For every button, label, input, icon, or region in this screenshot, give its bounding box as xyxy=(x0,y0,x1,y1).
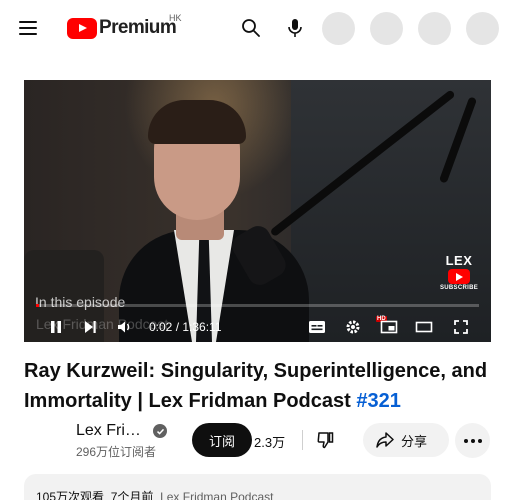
theater-icon xyxy=(415,321,433,333)
share-icon xyxy=(376,432,394,448)
watermark-name: LEX xyxy=(445,253,473,268)
more-actions-button[interactable] xyxy=(455,423,490,458)
description-meta: 105万次观看 7个月前 Lex Fridman Podcast xyxy=(36,488,273,500)
search-icon xyxy=(242,19,260,37)
description-tag[interactable]: Lex Fridman Podcast xyxy=(160,490,273,500)
fullscreen-icon xyxy=(454,320,468,334)
miniplayer-icon xyxy=(380,320,398,334)
pause-button[interactable] xyxy=(46,316,66,338)
more-horizontal-icon xyxy=(463,438,482,443)
verified-icon xyxy=(153,424,167,438)
subscribe-button[interactable]: 订阅 xyxy=(192,423,252,457)
miniplayer-button[interactable] xyxy=(378,316,400,338)
next-button[interactable] xyxy=(80,316,100,338)
dislike-button[interactable] xyxy=(314,429,338,451)
top-bar: Premium HK xyxy=(0,0,515,56)
logo-text: Premium xyxy=(99,17,177,38)
search-button[interactable] xyxy=(237,14,265,42)
youtube-play-icon xyxy=(67,17,97,39)
description-box[interactable]: 105万次观看 7个月前 Lex Fridman Podcast xyxy=(24,474,491,500)
like-button[interactable]: 2.3万 xyxy=(254,432,285,451)
player-controls: 0:02 / 1:36:11 HD xyxy=(24,312,491,342)
watermark-subscribe: SUBSCRIBE xyxy=(439,285,479,291)
video-title-text: Ray Kurzweil: Singularity, Superintellig… xyxy=(24,360,488,412)
volume-button[interactable] xyxy=(114,316,136,338)
menu-button[interactable] xyxy=(16,16,40,40)
voice-search-button[interactable] xyxy=(281,14,309,42)
like-divider xyxy=(302,430,303,450)
mic-icon xyxy=(288,19,302,37)
header-action-3[interactable] xyxy=(418,12,451,45)
channel-name[interactable]: Lex Fri… xyxy=(76,422,148,440)
time-display: 0:02 / 1:36:11 xyxy=(149,320,222,334)
header-action-1[interactable] xyxy=(322,12,355,45)
region-code: HK xyxy=(169,13,182,23)
theater-mode-button[interactable] xyxy=(413,316,435,338)
gear-icon xyxy=(346,320,360,334)
subtitles-icon xyxy=(309,321,325,333)
settings-button[interactable] xyxy=(342,316,364,338)
thumbs-down-icon xyxy=(317,432,334,449)
account-avatar[interactable] xyxy=(466,12,499,45)
menu-icon-line xyxy=(19,33,37,35)
subtitles-button[interactable] xyxy=(306,316,328,338)
share-button[interactable]: 分享 xyxy=(363,423,449,457)
channel-avatar[interactable] xyxy=(24,420,64,460)
menu-icon-line xyxy=(19,27,37,29)
progress-bar[interactable] xyxy=(36,304,479,307)
youtube-play-icon xyxy=(448,269,470,284)
video-frame-person-hair xyxy=(148,100,246,144)
youtube-premium-logo[interactable]: Premium xyxy=(67,14,177,42)
fullscreen-button[interactable] xyxy=(450,316,472,338)
share-label: 分享 xyxy=(401,433,428,449)
video-hashtag-link[interactable]: #321 xyxy=(356,390,401,412)
pause-icon xyxy=(51,321,61,333)
video-player[interactable]: LEX SUBSCRIBE In this episode Lex Fridma… xyxy=(24,80,491,342)
chapter-title[interactable]: In this episode xyxy=(35,294,125,310)
header-action-2[interactable] xyxy=(370,12,403,45)
channel-watermark[interactable]: LEX SUBSCRIBE xyxy=(434,253,484,291)
menu-icon xyxy=(19,21,37,23)
upload-date: 7个月前 xyxy=(110,490,154,500)
progress-bar-fill xyxy=(36,304,39,307)
view-count: 105万次观看 xyxy=(36,490,105,500)
video-title: Ray Kurzweil: Singularity, Superintellig… xyxy=(24,356,494,416)
volume-icon xyxy=(118,321,130,333)
subscriber-count: 296万位订阅者 xyxy=(76,445,157,459)
next-icon xyxy=(85,321,96,333)
